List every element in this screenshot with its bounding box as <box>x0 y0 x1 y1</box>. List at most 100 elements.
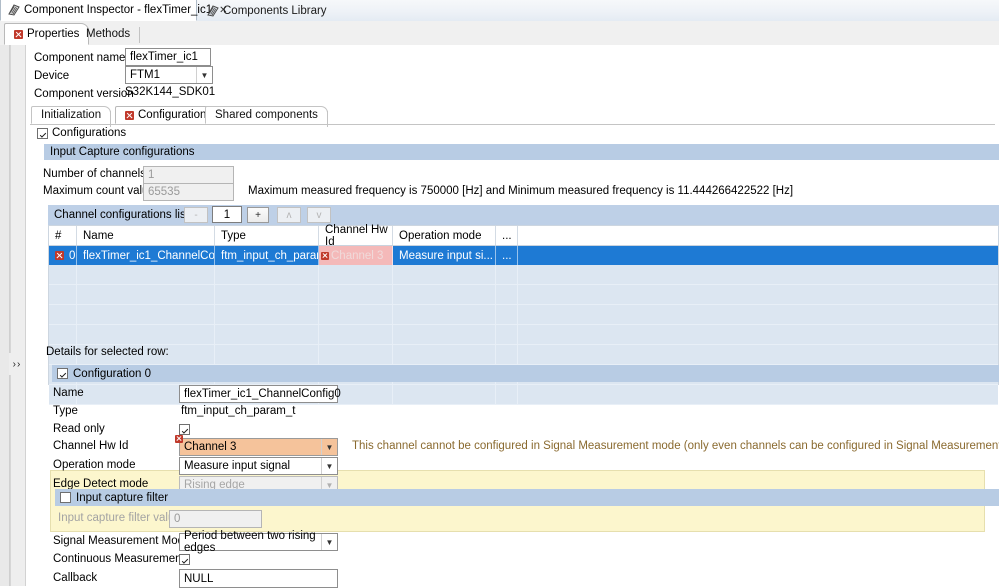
column-header-name[interactable]: Name <box>77 226 215 245</box>
editor-tab-label: Components Library <box>223 4 327 17</box>
tab-methods-label: Methods <box>86 28 131 40</box>
increment-channels-button[interactable]: + <box>247 207 269 223</box>
detail-channel-hw-id-value: Channel 3 <box>184 441 237 453</box>
tab-properties-label: Properties <box>27 28 80 40</box>
table-empty-row[interactable] <box>49 265 998 285</box>
detail-channel-hw-id-label: Channel Hw Id <box>53 440 129 452</box>
frequency-note: Maximum measured frequency is 750000 [Hz… <box>248 185 794 197</box>
input-capture-filter-checkbox[interactable] <box>60 492 71 503</box>
column-header-index[interactable]: # <box>49 226 77 245</box>
configuration-group-checkbox[interactable] <box>57 368 68 379</box>
chevron-down-icon[interactable]: ▼ <box>321 458 337 474</box>
column-header-channel-hw-id[interactable]: Channel Hw Id <box>319 224 393 248</box>
configurations-checkbox-row[interactable]: Configurations <box>37 127 126 139</box>
device-value: FTM1 <box>130 69 161 81</box>
continuous-measurement-label: Continuous Measurement <box>53 553 185 565</box>
decrement-channels-button[interactable]: - <box>184 207 208 223</box>
row-operation-mode-cell[interactable]: Measure input si... <box>393 246 496 265</box>
table-empty-row[interactable] <box>49 305 998 325</box>
device-combobox[interactable]: FTM1 ▼ <box>125 66 213 84</box>
chevron-down-icon[interactable]: ▼ <box>321 534 337 550</box>
increment-channels-label: + <box>255 209 261 221</box>
tab-shared-components[interactable]: Shared components <box>205 106 328 127</box>
callback-label: Callback <box>53 572 98 584</box>
component-version-label: Component version <box>34 88 134 100</box>
details-label: Details for selected row: <box>46 346 169 358</box>
column-header-operation-mode[interactable]: Operation mode <box>393 226 496 245</box>
device-label: Device <box>34 70 70 82</box>
chevron-down-icon[interactable]: ▼ <box>196 67 212 83</box>
channel-list-title: Channel configurations list <box>54 209 189 221</box>
row-name-cell[interactable]: flexTimer_ic1_ChannelConfig0 <box>77 246 215 265</box>
move-down-label: ᴠ <box>316 209 322 221</box>
detail-name-label: Name <box>53 387 84 399</box>
error-icon <box>175 435 183 443</box>
column-header-type[interactable]: Type <box>215 226 319 245</box>
move-up-label: ʌ <box>286 209 292 221</box>
tab-initialization-label: Initialization <box>41 109 102 121</box>
table-empty-row[interactable] <box>49 325 998 345</box>
move-down-button[interactable]: ᴠ <box>307 207 331 223</box>
tab-shared-components-label: Shared components <box>215 109 318 121</box>
panel-content: Component name flexTimer_ic1 Device FTM1… <box>26 45 999 588</box>
error-icon <box>321 251 329 260</box>
component-icon <box>8 4 20 16</box>
tab-methods[interactable]: Methods <box>77 23 141 45</box>
configurations-checkbox[interactable] <box>37 127 48 139</box>
component-inspector-window: Component Inspector - flexTimer_ic1 ✕ Co… <box>0 0 999 588</box>
editor-tab-component-inspector[interactable]: Component Inspector - flexTimer_ic1 ✕ <box>0 0 228 21</box>
table-row[interactable]: 0 flexTimer_ic1_ChannelConfig0 ftm_input… <box>49 246 998 265</box>
panel-gutter-left <box>0 45 10 586</box>
editor-tab-components-library[interactable]: Components Library <box>200 0 334 21</box>
input-capture-section-title: Input Capture configurations <box>50 146 195 158</box>
detail-name-input[interactable]: flexTimer_ic1_ChannelConfig0 <box>179 385 341 403</box>
channel-count-value: 1 <box>223 208 231 221</box>
editor-tab-strip: Component Inspector - flexTimer_ic1 ✕ Co… <box>0 0 999 22</box>
row-channel-hw-id-value: Channel 3 <box>331 249 384 262</box>
maximum-count-value-label: Maximum count value <box>43 185 155 197</box>
component-name-label: Component name <box>34 52 126 64</box>
expand-panel-button[interactable]: ›› <box>9 353 25 375</box>
row-channel-hw-id-cell[interactable]: Channel 3 <box>319 246 393 265</box>
number-of-channels-value: 1 <box>148 169 155 181</box>
chevron-down-icon[interactable]: ▼ <box>321 439 337 455</box>
detail-channel-hw-id-combobox[interactable]: Channel 3 ▼ <box>179 438 338 456</box>
properties-panel: ›› Component name flexTimer_ic1 Device F… <box>0 45 999 588</box>
detail-read-only-checkbox[interactable] <box>179 424 190 435</box>
component-icon <box>207 4 219 17</box>
signal-measurement-mode-combobox[interactable]: Period between two rising edges ▼ <box>179 530 338 554</box>
channel-configurations-table[interactable]: # Name Type Channel Hw Id Operation mode… <box>48 224 999 405</box>
component-name-input[interactable]: flexTimer_ic1 <box>125 48 211 66</box>
detail-operation-mode-label: Operation mode <box>53 459 136 471</box>
configuration-group-header[interactable]: Configuration 0 <box>52 365 999 382</box>
row-type-cell[interactable]: ftm_input_ch_param_t <box>215 246 319 265</box>
table-empty-row[interactable] <box>49 285 998 305</box>
tab-initialization[interactable]: Initialization <box>31 106 112 127</box>
callback-input[interactable]: NULL <box>179 569 338 588</box>
table-header-row: # Name Type Channel Hw Id Operation mode… <box>49 224 998 248</box>
error-icon <box>55 251 64 260</box>
continuous-measurement-checkbox[interactable] <box>179 554 190 565</box>
maximum-count-value-input: 65535 <box>143 183 234 201</box>
row-index-cell: 0 <box>49 246 77 265</box>
row-more-cell[interactable]: ... <box>496 246 518 265</box>
number-of-channels-label: Number of channels <box>43 168 146 180</box>
detail-read-only-label: Read only <box>53 423 105 435</box>
channel-count-input[interactable]: 1 <box>212 206 242 223</box>
detail-operation-mode-combobox[interactable]: Measure input signal ▼ <box>179 457 338 475</box>
device-label-row: Device <box>34 67 69 85</box>
component-name-label-row: Component name <box>34 49 125 67</box>
signal-measurement-mode-value: Period between two rising edges <box>184 530 316 554</box>
warning-message: This channel cannot be configured in Sig… <box>352 440 999 452</box>
input-capture-filter-header[interactable]: Input capture filter <box>55 489 999 506</box>
component-version-value: S32K144_SDK01 <box>125 86 216 98</box>
row-filler-cell <box>518 246 998 265</box>
tab-configurations-label: Configurations <box>138 109 213 121</box>
configuration-group-title: Configuration 0 <box>73 367 151 380</box>
table-empty-row[interactable] <box>49 345 998 365</box>
callback-value: NULL <box>184 572 214 585</box>
editor-tab-label: Component Inspector - flexTimer_ic1 <box>24 4 213 16</box>
column-header-more[interactable]: ... <box>496 226 518 245</box>
input-capture-filter-label: Input capture filter <box>76 491 169 504</box>
move-up-button[interactable]: ʌ <box>277 207 301 223</box>
